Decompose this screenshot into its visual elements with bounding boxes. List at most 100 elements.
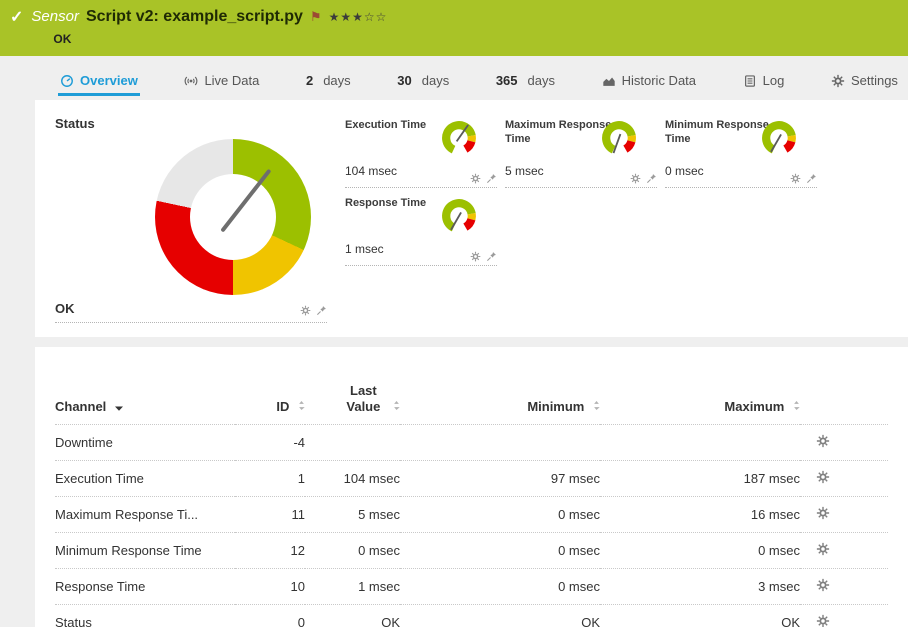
channel-last-value: 104 msec xyxy=(305,461,400,497)
sort-icon xyxy=(593,400,600,411)
channel-minimum: 0 msec xyxy=(400,569,600,605)
gauge-needle xyxy=(771,134,781,151)
gauge-panel-maximum-response-time: Maximum Response Time 5 msec xyxy=(505,116,657,188)
sensor-status-text: OK xyxy=(53,32,387,46)
channel-id: 11 xyxy=(235,497,305,533)
channel-name[interactable]: Maximum Response Ti... xyxy=(55,497,235,533)
channel-settings-gear-icon[interactable] xyxy=(816,506,830,520)
gauge-needle xyxy=(614,134,621,153)
channel-minimum: 0 msec xyxy=(400,533,600,569)
gear-icon[interactable] xyxy=(790,173,801,184)
channel-last-value: 5 msec xyxy=(305,497,400,533)
gauge-panel-minimum-response-time: Minimum Response Time 0 msec xyxy=(665,116,817,188)
channel-minimum: 97 msec xyxy=(400,461,600,497)
tab-live-data[interactable]: Live Data xyxy=(182,69,261,96)
status-check-icon: ✓ xyxy=(10,10,23,56)
channel-settings-gear-icon[interactable] xyxy=(816,578,830,592)
channel-maximum xyxy=(600,425,800,461)
channel-last-value: 0 msec xyxy=(305,533,400,569)
overview-icon xyxy=(60,74,74,88)
table-row[interactable]: Response Time 10 1 msec 0 msec 3 msec xyxy=(55,569,888,605)
column-header-maximum[interactable]: Maximum xyxy=(600,381,800,425)
channel-settings-gear-icon[interactable] xyxy=(816,470,830,484)
column-header-channel[interactable]: Channel xyxy=(55,381,235,425)
pin-icon[interactable] xyxy=(806,173,817,184)
gauge-needle xyxy=(221,169,272,233)
column-header-minimum[interactable]: Minimum xyxy=(400,381,600,425)
tab-log[interactable]: Log xyxy=(741,69,787,96)
column-header-last-value[interactable]: Last Value xyxy=(305,381,400,425)
channel-settings-gear-icon[interactable] xyxy=(816,434,830,448)
channel-table: Channel ID Last Value Minimum Maximum xyxy=(55,381,888,627)
sensor-name[interactable]: Script v2: example_script.py xyxy=(86,8,303,26)
table-header-row: Channel ID Last Value Minimum Maximum xyxy=(55,381,888,425)
sensor-header: ✓ Sensor Script v2: example_script.py ⚑ … xyxy=(0,0,908,56)
mini-gauge-grid: Execution Time 104 msec Maximum Response… xyxy=(327,116,888,323)
gear-icon[interactable] xyxy=(470,251,481,262)
status-donut-gauge xyxy=(155,139,311,295)
pin-icon[interactable] xyxy=(486,173,497,184)
object-kind-label: Sensor xyxy=(31,8,79,25)
mini-gauge xyxy=(757,116,801,160)
priority-stars[interactable]: ★★★☆☆ xyxy=(329,10,388,24)
channel-name[interactable]: Downtime xyxy=(55,425,235,461)
priority-flag-icon[interactable]: ⚑ xyxy=(310,9,322,25)
mini-gauge xyxy=(597,116,641,160)
tab-30-days[interactable]: 30 days xyxy=(395,69,451,96)
channel-minimum xyxy=(400,425,600,461)
column-header-id[interactable]: ID xyxy=(235,381,305,425)
channel-maximum: 16 msec xyxy=(600,497,800,533)
gear-icon[interactable] xyxy=(470,173,481,184)
channel-id: 12 xyxy=(235,533,305,569)
channel-id: -4 xyxy=(235,425,305,461)
channel-settings-gear-icon[interactable] xyxy=(816,614,830,627)
channel-minimum: 0 msec xyxy=(400,497,600,533)
chevron-down-icon xyxy=(115,406,123,411)
tab-historic-data[interactable]: Historic Data xyxy=(600,69,698,96)
channel-minimum: OK xyxy=(400,605,600,627)
channel-id: 10 xyxy=(235,569,305,605)
log-icon xyxy=(743,74,757,88)
channel-name[interactable]: Response Time xyxy=(55,569,235,605)
mini-gauge xyxy=(437,116,481,160)
channel-table-panel: Channel ID Last Value Minimum Maximum xyxy=(35,347,908,627)
table-row[interactable]: Maximum Response Ti... 11 5 msec 0 msec … xyxy=(55,497,888,533)
tab-settings[interactable]: Settings xyxy=(829,69,900,96)
channel-maximum: 187 msec xyxy=(600,461,800,497)
gear-icon[interactable] xyxy=(630,173,641,184)
status-panel-title: Status xyxy=(55,116,327,131)
channel-name[interactable]: Minimum Response Time xyxy=(55,533,235,569)
pin-icon[interactable] xyxy=(316,305,327,316)
sort-icon xyxy=(393,400,400,411)
pin-icon[interactable] xyxy=(486,251,497,262)
column-header-actions xyxy=(800,381,888,425)
sort-icon xyxy=(298,400,305,411)
sensor-tab-bar: Overview Live Data 2 days 30 days 365 da… xyxy=(0,56,908,96)
gear-icon[interactable] xyxy=(300,305,311,316)
gauge-panel-execution-time: Execution Time 104 msec xyxy=(345,116,497,188)
status-value: OK xyxy=(55,301,75,316)
table-row[interactable]: Downtime -4 xyxy=(55,425,888,461)
table-row[interactable]: Minimum Response Time 12 0 msec 0 msec 0… xyxy=(55,533,888,569)
channel-name[interactable]: Execution Time xyxy=(55,461,235,497)
status-gauge-panel: Status OK xyxy=(55,116,327,323)
overview-panel: Status OK Execution Time 104 msec xyxy=(35,100,908,337)
sensor-title-block: Sensor Script v2: example_script.py ⚑ ★★… xyxy=(31,8,387,56)
channel-last-value: 1 msec xyxy=(305,569,400,605)
gauge-panel-response-time: Response Time 1 msec xyxy=(345,194,497,266)
table-row[interactable]: Status 0 OK OK OK xyxy=(55,605,888,627)
table-row[interactable]: Execution Time 1 104 msec 97 msec 187 ms… xyxy=(55,461,888,497)
tab-365-days[interactable]: 365 days xyxy=(494,69,557,96)
historic-data-icon xyxy=(602,74,616,88)
gauge-needle xyxy=(451,212,461,229)
tab-2-days[interactable]: 2 days xyxy=(304,69,353,96)
channel-name[interactable]: Status xyxy=(55,605,235,627)
channel-last-value: OK xyxy=(305,605,400,627)
pin-icon[interactable] xyxy=(646,173,657,184)
sort-icon xyxy=(793,400,800,411)
channel-id: 0 xyxy=(235,605,305,627)
tab-overview[interactable]: Overview xyxy=(58,69,140,96)
channel-last-value xyxy=(305,425,400,461)
channel-maximum: OK xyxy=(600,605,800,627)
channel-settings-gear-icon[interactable] xyxy=(816,542,830,556)
